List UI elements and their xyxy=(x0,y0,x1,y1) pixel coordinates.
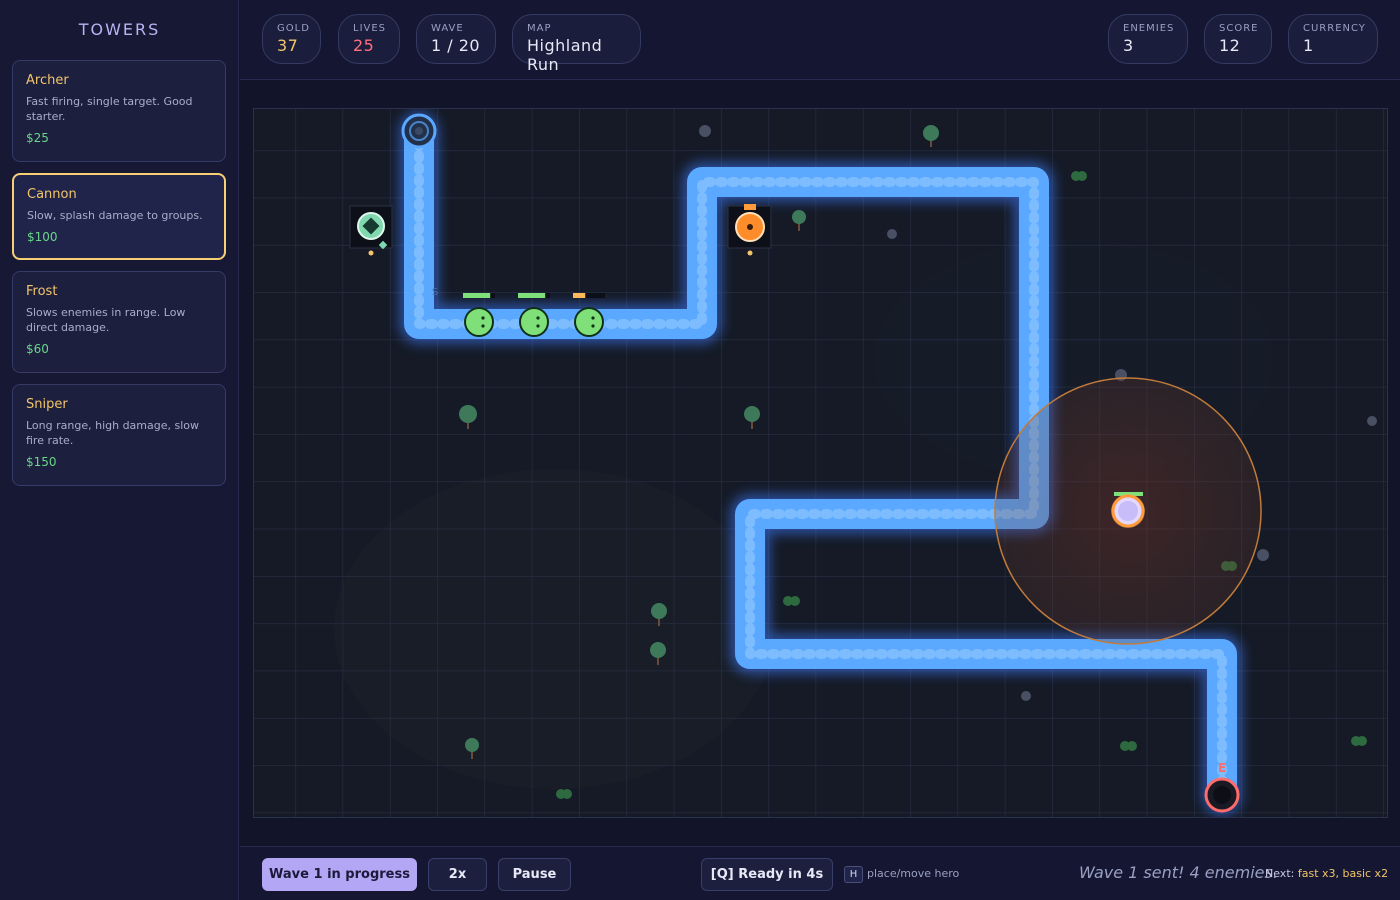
tower-card-cannon[interactable]: Cannon Slow, splash damage to groups. $1… xyxy=(12,173,226,260)
enemy-eye xyxy=(481,324,485,328)
tower-teal[interactable] xyxy=(349,205,393,256)
tower-cost: $25 xyxy=(26,131,49,145)
tower-description: Long range, high damage, slow fire rate. xyxy=(26,419,200,447)
sidebar-title: TOWERS xyxy=(78,20,161,39)
control-bar: Wave 1 in progress 2x Pause [Q] Ready in… xyxy=(240,846,1400,900)
pause-button[interactable]: Pause xyxy=(498,858,571,891)
rock-icon xyxy=(699,125,711,137)
end-label: E xyxy=(1218,761,1226,775)
enemy-health-bar xyxy=(518,293,546,298)
exit-portal-icon xyxy=(1204,777,1240,813)
wave-stat: WAVE 1 / 20 xyxy=(416,14,496,64)
status-message: Wave 1 sent! 4 enemies. xyxy=(1079,863,1278,882)
speed-button[interactable]: 2x xyxy=(428,858,487,891)
enemy-body xyxy=(574,307,604,337)
map-stat: MAP Highland Run xyxy=(512,14,641,74)
stat-label: LIVES xyxy=(353,23,387,34)
ability-button[interactable]: [Q] Ready in 4s xyxy=(701,858,833,891)
stat-label: MAP xyxy=(527,23,552,34)
tower-description: Slow, splash damage to groups. xyxy=(27,209,203,222)
rock-icon xyxy=(1257,549,1269,561)
tower-cost: $150 xyxy=(26,455,57,469)
tower-cannon[interactable] xyxy=(727,204,772,256)
enemies-stat: ENEMIES 3 xyxy=(1108,14,1188,64)
score-value: 12 xyxy=(1219,36,1241,55)
wave-status-button[interactable]: Wave 1 in progress xyxy=(262,858,417,891)
currency-stat: CURRENCY 1 xyxy=(1288,14,1378,64)
enemy-eye xyxy=(536,324,540,328)
stat-label: SCORE xyxy=(1219,23,1259,34)
spawn-portal-icon xyxy=(401,113,437,149)
enemy-body xyxy=(464,307,494,337)
map-canvas[interactable]: S E xyxy=(254,109,1388,818)
enemy-health-bar xyxy=(463,293,491,298)
tower-name: Frost xyxy=(26,284,58,299)
tower-description: Fast firing, single target. Good starter… xyxy=(26,95,193,123)
tower-card-sniper[interactable]: Sniper Long range, high damage, slow fir… xyxy=(12,384,226,486)
hero-hint: place/move hero xyxy=(867,867,960,880)
tower-name: Sniper xyxy=(26,397,68,412)
tower-sidebar: TOWERS Archer Fast firing, single target… xyxy=(0,0,239,900)
tower-cost: $60 xyxy=(26,342,49,356)
gold-value: 37 xyxy=(277,36,299,55)
next-wave-value: fast x3, basic x2 xyxy=(1297,867,1389,880)
rock-icon xyxy=(887,229,897,239)
bush-icon xyxy=(1071,171,1087,181)
tower-description: Slows enemies in range. Low direct damag… xyxy=(26,306,186,334)
hero-hotkey: H xyxy=(844,866,863,883)
stat-label: ENEMIES xyxy=(1123,23,1175,34)
bush-icon xyxy=(1120,741,1137,751)
tower-name: Cannon xyxy=(27,187,77,202)
wave-value: 1 / 20 xyxy=(431,36,481,55)
enemy-health-bar xyxy=(573,293,586,298)
stats-bar: GOLD 37 LIVES 25 WAVE 1 / 20 MAP Highlan… xyxy=(240,0,1400,80)
stat-label: WAVE xyxy=(431,23,464,34)
tower-card-archer[interactable]: Archer Fast firing, single target. Good … xyxy=(12,60,226,162)
gold-stat: GOLD 37 xyxy=(262,14,321,64)
bush-icon xyxy=(1351,736,1367,746)
tower-cost: $100 xyxy=(27,230,58,244)
bush-icon xyxy=(783,596,800,606)
enemy-body xyxy=(519,307,549,337)
next-wave-info: Next: fast x3, basic x2 xyxy=(1265,867,1388,880)
next-label: Next: xyxy=(1265,867,1295,880)
tower-card-frost[interactable]: Frost Slows enemies in range. Low direct… xyxy=(12,271,226,373)
rock-icon xyxy=(1367,416,1377,426)
tower-name: Archer xyxy=(26,73,69,88)
rock-icon xyxy=(1021,691,1031,701)
enemy-eye xyxy=(591,324,595,328)
bush-icon xyxy=(556,789,572,799)
enemy-eye xyxy=(536,316,540,320)
game-map[interactable]: S E xyxy=(253,108,1388,818)
lives-value: 25 xyxy=(353,36,375,55)
lives-stat: LIVES 25 xyxy=(338,14,400,64)
start-label: S xyxy=(432,287,438,298)
map-name-value: Highland Run xyxy=(527,36,603,74)
score-stat: SCORE 12 xyxy=(1204,14,1272,64)
enemy-eye xyxy=(591,316,595,320)
stat-label: CURRENCY xyxy=(1303,23,1366,34)
stat-label: GOLD xyxy=(277,23,310,34)
enemy-eye xyxy=(481,316,485,320)
enemies-value: 3 xyxy=(1123,36,1134,55)
currency-value: 1 xyxy=(1303,36,1314,55)
